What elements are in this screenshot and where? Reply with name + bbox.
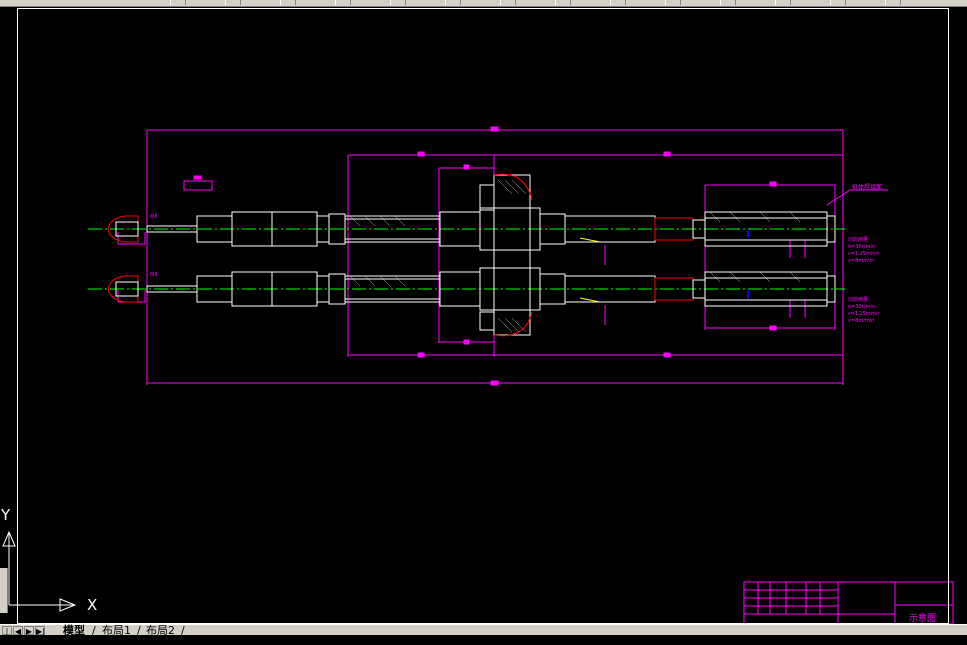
title-block-title: 示意图 bbox=[909, 614, 937, 624]
layout-tabbar: |◀ ◀ ▶ ▶| 模型 / 布局1 / 布局2 / bbox=[0, 624, 967, 645]
ucs-x-label: X bbox=[87, 596, 98, 614]
left-scroll-strip[interactable] bbox=[0, 568, 8, 613]
ucs-y-label: Y bbox=[1, 506, 11, 524]
drawing-frame bbox=[17, 8, 949, 624]
